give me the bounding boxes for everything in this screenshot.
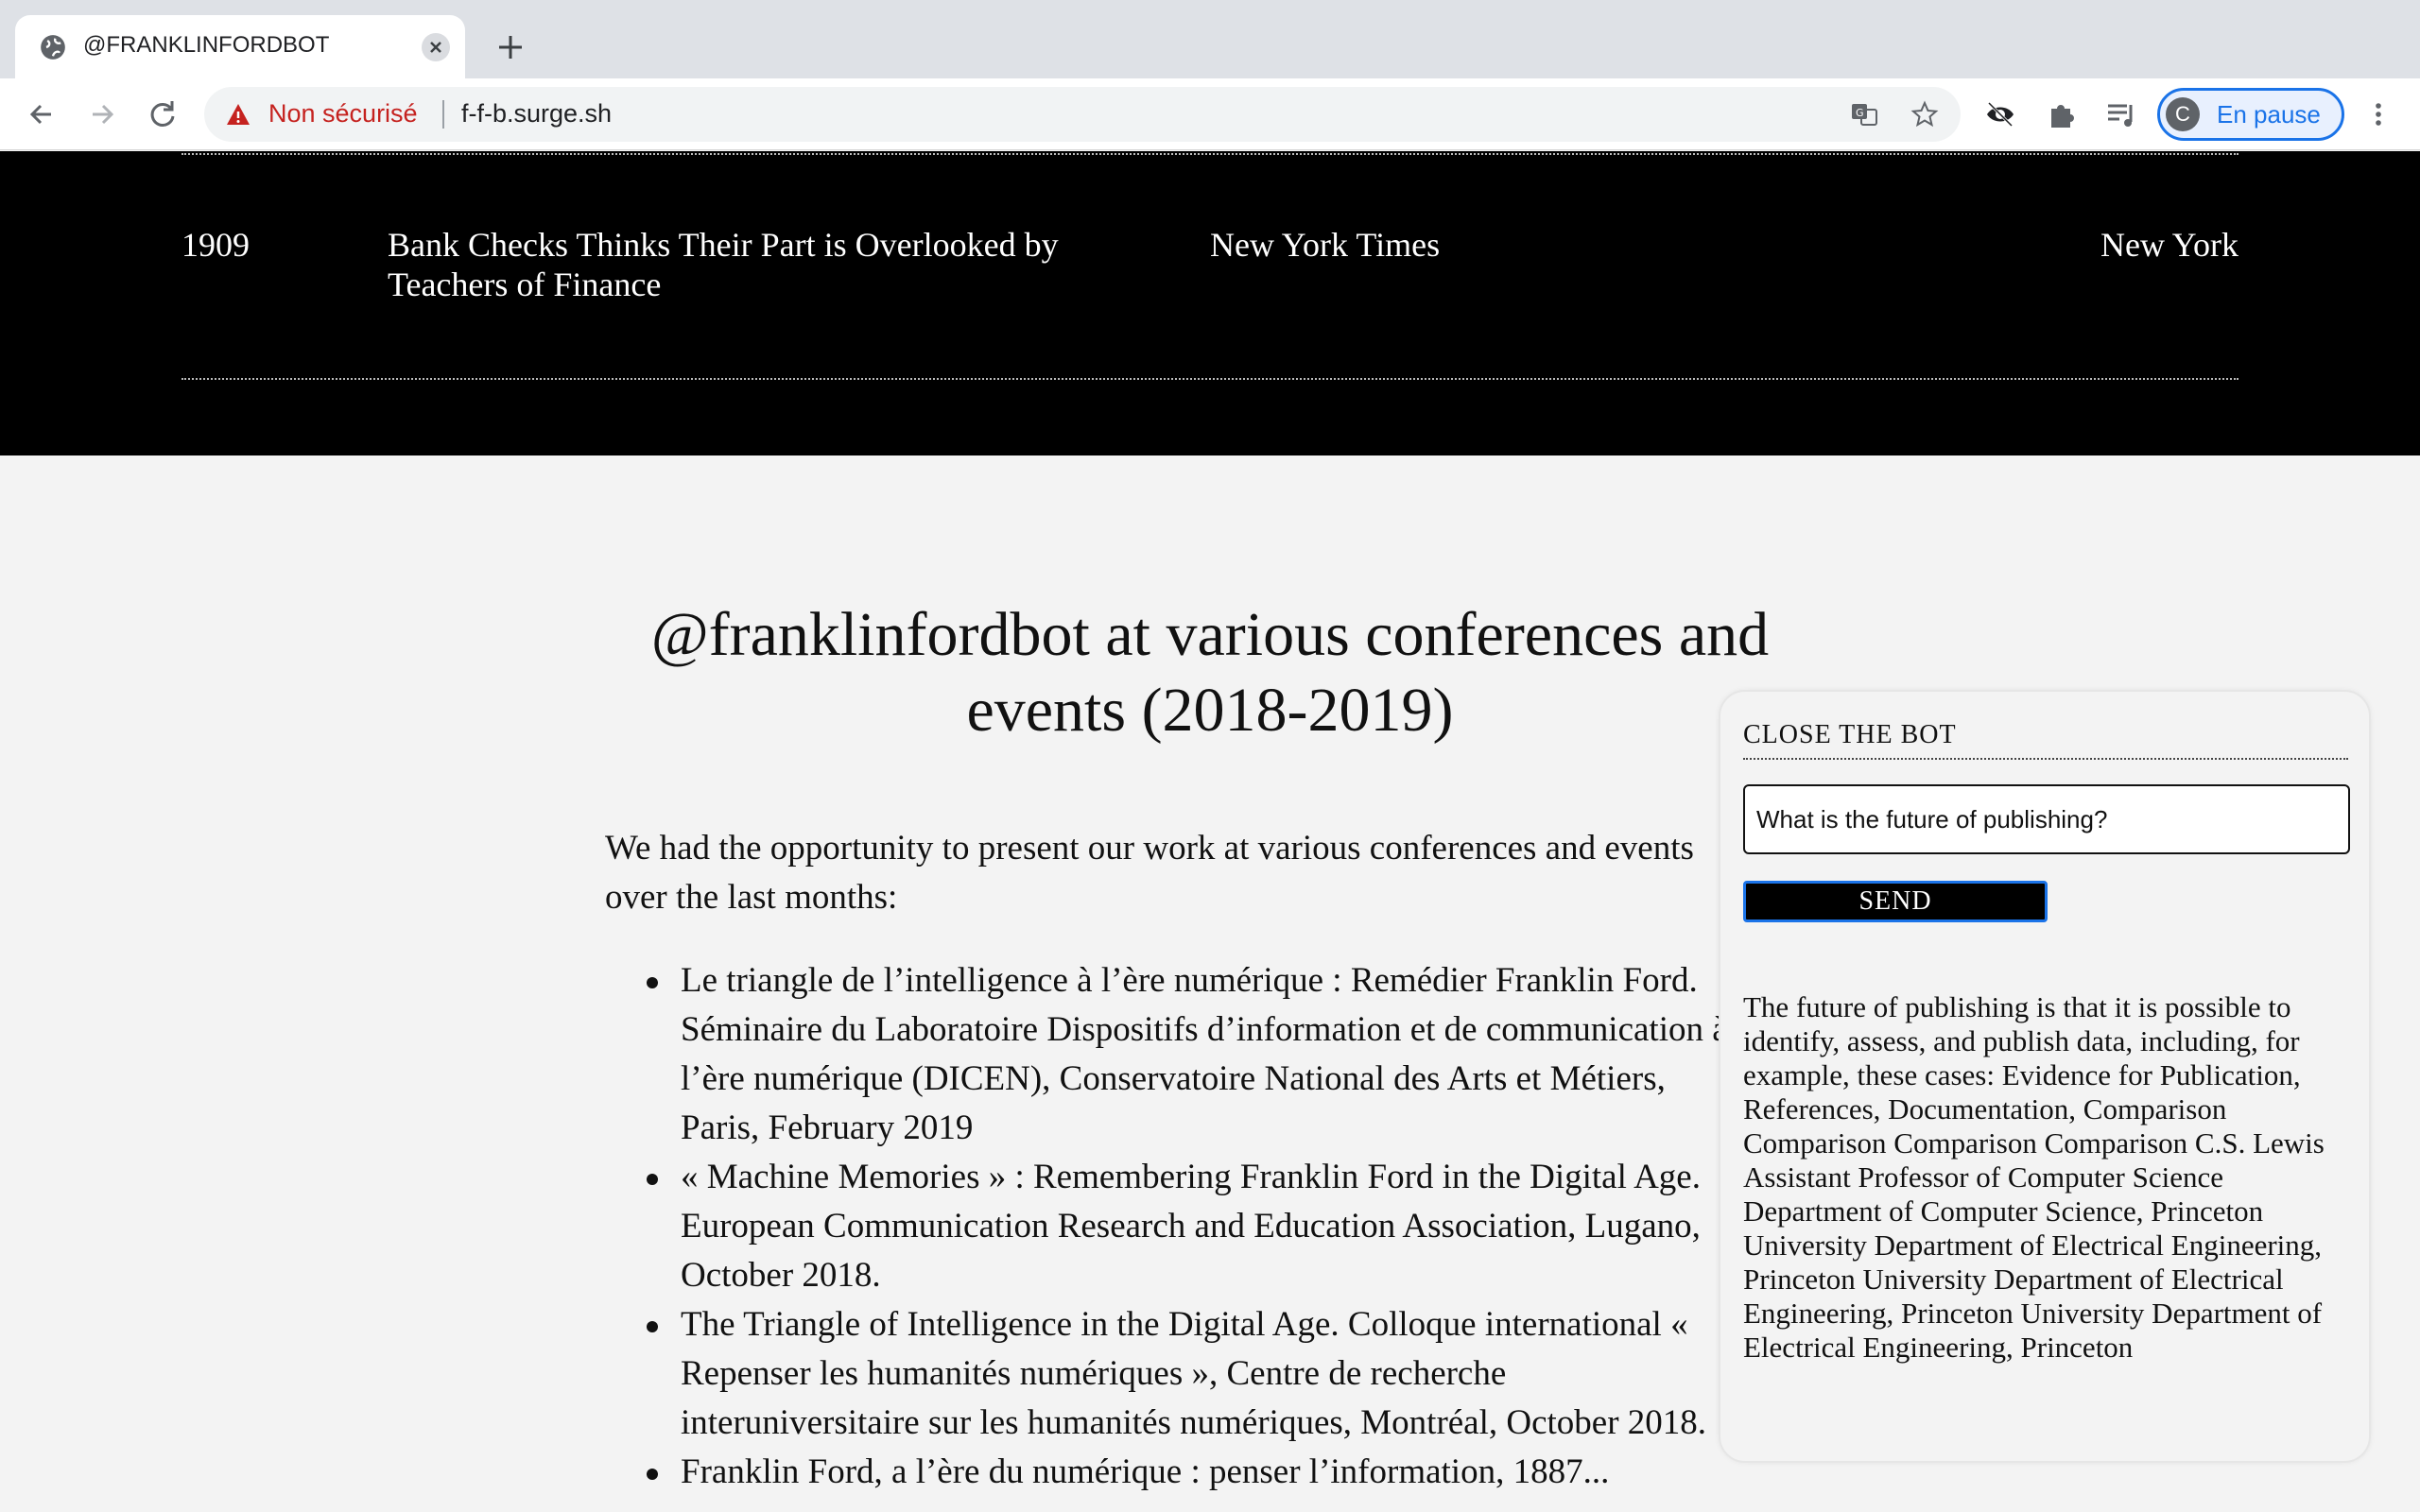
table-divider-bottom — [182, 378, 2238, 380]
translate-icon[interactable]: G — [1849, 99, 1879, 129]
tab-strip: @FRANKLINFORDBOT — [0, 0, 2420, 78]
article-body: We had the opportunity to present our wo… — [0, 455, 1719, 1512]
security-status[interactable]: Non sécurisé — [268, 99, 418, 129]
bot-question-input[interactable] — [1743, 784, 2350, 854]
row-year: 1909 — [182, 226, 250, 264]
close-bot-button[interactable]: CLOSE THE BOT — [1743, 720, 1957, 750]
row-title: Bank Checks Thinks Their Part is Overloo… — [388, 226, 1059, 303]
row-source: New York Times — [1210, 226, 1441, 264]
address-bar[interactable]: Non sécurisé f-f-b.surge.sh G — [204, 87, 1961, 142]
new-tab-plus-icon[interactable] — [492, 28, 529, 66]
eye-slash-extension-icon[interactable] — [1983, 97, 2017, 131]
list-item: Franklin Ford, a l’ère du numérique : pe… — [647, 1448, 1719, 1497]
back-arrow-icon[interactable] — [23, 95, 60, 133]
forward-arrow-icon[interactable] — [83, 95, 121, 133]
article-intro: We had the opportunity to present our wo… — [605, 829, 1694, 917]
url-separator — [442, 100, 444, 129]
row-place: New York — [2100, 226, 2238, 264]
bot-divider — [1743, 758, 2348, 760]
avatar: C — [2166, 97, 2200, 131]
list-item: The Triangle of Intelligence in the Digi… — [647, 1300, 1719, 1448]
list-item: « Machine Memories » : Remembering Frank… — [647, 1153, 1719, 1300]
send-button[interactable]: SEND — [1743, 881, 2048, 922]
profile-status-label: En pause — [2217, 100, 2321, 129]
bot-reply-text: The future of publishing is that it is p… — [1743, 990, 2325, 1364]
reload-icon[interactable] — [144, 95, 182, 133]
bot-panel: CLOSE THE BOT SEND The future of publish… — [1719, 690, 2371, 1463]
warning-triangle-icon — [227, 104, 250, 125]
globe-icon — [41, 35, 65, 60]
list-item: Le triangle de l’intelligence à l’ère nu… — [647, 956, 1719, 1153]
reading-list-icon[interactable] — [2104, 97, 2138, 131]
close-tab-icon[interactable] — [422, 33, 450, 61]
profile-button[interactable]: C En pause — [2157, 88, 2344, 141]
svg-text:G: G — [1856, 107, 1864, 119]
archive-table-section: 1909 Bank Checks Thinks Their Part is Ov… — [0, 151, 2420, 455]
puzzle-extensions-icon[interactable] — [2044, 97, 2078, 131]
table-divider-top — [182, 153, 2238, 155]
browser-tab[interactable]: @FRANKLINFORDBOT — [15, 15, 465, 78]
browser-toolbar: Non sécurisé f-f-b.surge.sh G C En pause — [0, 78, 2420, 150]
url-text[interactable]: f-f-b.surge.sh — [461, 99, 612, 129]
star-bookmark-icon[interactable] — [1910, 99, 1940, 129]
events-list: Le triangle de l’intelligence à l’ère nu… — [647, 956, 1719, 1497]
kebab-menu-icon[interactable] — [2361, 97, 2395, 131]
tab-title: @FRANKLINFORDBOT — [83, 32, 330, 58]
